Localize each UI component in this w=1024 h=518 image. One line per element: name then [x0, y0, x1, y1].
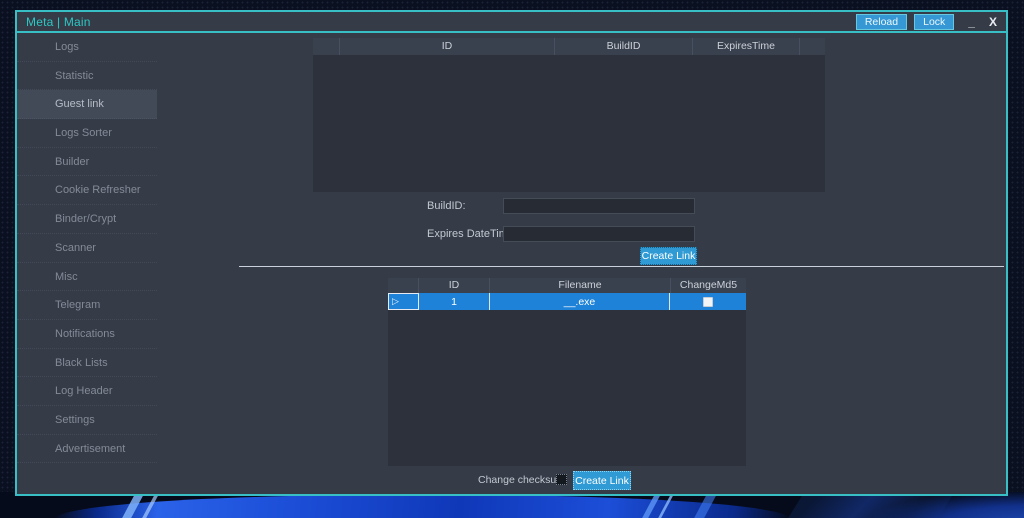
row-selector-header — [313, 38, 340, 55]
reload-button[interactable]: Reload — [856, 14, 907, 30]
guest-links-grid-header: ID BuildID ExpiresTime — [313, 38, 825, 55]
sidebar-item-logs-sorter[interactable]: Logs Sorter — [17, 119, 157, 148]
column-header-expirestime[interactable]: ExpiresTime — [693, 38, 800, 55]
sidebar-item-builder[interactable]: Builder — [17, 148, 157, 177]
sidebar-item-cookie-refresher[interactable]: Cookie Refresher — [17, 176, 157, 205]
files-grid-header: ID Filename ChangeMd5 — [388, 278, 746, 293]
sidebar-item-guest-link[interactable]: Guest link — [17, 90, 157, 119]
sidebar-item-notifications[interactable]: Notifications — [17, 320, 157, 349]
table-row[interactable]: ▷ 1 __.exe — [388, 293, 746, 310]
sidebar-item-binder-crypt[interactable]: Binder/Crypt — [17, 205, 157, 234]
column-header-changemd5[interactable]: ChangeMd5 — [671, 278, 746, 293]
buildid-label: BuildID: — [427, 200, 466, 212]
sidebar: Logs Statistic Guest link Logs Sorter Bu… — [17, 33, 157, 492]
create-link-button-bottom[interactable]: Create Link — [573, 471, 631, 490]
app-window: Meta | Main Reload Lock _ X Logs Statist… — [15, 10, 1008, 496]
changemd5-checkbox[interactable] — [703, 297, 713, 307]
sidebar-item-advertisement[interactable]: Advertisement — [17, 435, 157, 464]
guest-links-grid[interactable]: ID BuildID ExpiresTime — [313, 38, 825, 192]
sidebar-item-scanner[interactable]: Scanner — [17, 234, 157, 263]
lock-button[interactable]: Lock — [914, 14, 954, 30]
window-title: Meta | Main — [26, 15, 91, 29]
row-selector-header — [388, 278, 419, 293]
window-body: Logs Statistic Guest link Logs Sorter Bu… — [17, 33, 1006, 492]
row-indicator-icon: ▷ — [392, 297, 399, 306]
change-checksum-checkbox[interactable] — [556, 474, 567, 485]
files-grid[interactable]: ID Filename ChangeMd5 ▷ 1 __.exe — [388, 278, 746, 466]
wallpaper-ribbon — [55, 495, 790, 518]
section-divider — [239, 266, 1004, 267]
change-checksum-label: Change checksum: — [478, 474, 568, 486]
column-header-id[interactable]: ID — [419, 278, 490, 293]
close-button[interactable]: X — [989, 15, 997, 29]
cell-filename[interactable]: __.exe — [490, 293, 670, 310]
minimize-button[interactable]: _ — [968, 15, 975, 29]
sidebar-item-telegram[interactable]: Telegram — [17, 291, 157, 320]
sidebar-item-statistic[interactable]: Statistic — [17, 62, 157, 91]
buildid-input[interactable] — [503, 198, 695, 214]
create-link-button-top[interactable]: Create Link — [640, 247, 697, 265]
sidebar-item-black-lists[interactable]: Black Lists — [17, 349, 157, 378]
column-header-filename[interactable]: Filename — [490, 278, 671, 293]
column-header-buildid[interactable]: BuildID — [555, 38, 693, 55]
sidebar-item-logs[interactable]: Logs — [17, 33, 157, 62]
row-selector-cell[interactable]: ▷ — [388, 293, 419, 310]
column-header-filler — [800, 38, 825, 55]
sidebar-item-log-header[interactable]: Log Header — [17, 377, 157, 406]
sidebar-item-misc[interactable]: Misc — [17, 263, 157, 292]
cell-changemd5[interactable] — [670, 293, 746, 310]
column-header-id[interactable]: ID — [340, 38, 555, 55]
sidebar-item-settings[interactable]: Settings — [17, 406, 157, 435]
expires-datetime-input[interactable] — [503, 226, 695, 242]
cell-id[interactable]: 1 — [419, 293, 490, 310]
titlebar[interactable]: Meta | Main Reload Lock _ X — [17, 12, 1006, 33]
